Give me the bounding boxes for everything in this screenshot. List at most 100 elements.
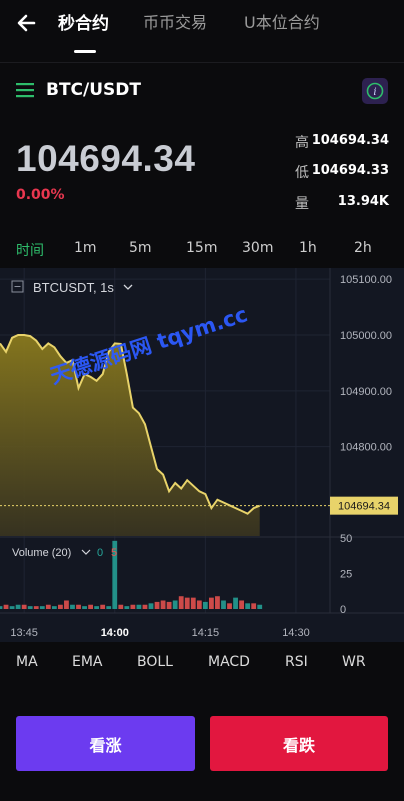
volume-bar xyxy=(251,603,257,609)
buy-up-button[interactable]: 看涨 xyxy=(16,716,195,771)
volume-bar xyxy=(45,604,51,609)
indicator-bar: MA EMA BOLL MACD RSI WR xyxy=(0,654,404,676)
volume-bar xyxy=(27,606,33,609)
volume-bar xyxy=(166,601,172,609)
volume-bar xyxy=(148,603,154,609)
interval-15m[interactable]: 15m xyxy=(186,240,217,256)
time-axis-tick: 14:30 xyxy=(282,627,310,639)
info-icon: i xyxy=(366,82,384,100)
indicator-ema[interactable]: EMA xyxy=(72,654,103,670)
interval-selector: 时间 1m 5m 15m 30m 1h 2h xyxy=(0,236,404,262)
volume-bar xyxy=(196,600,202,609)
volume-bar xyxy=(3,604,9,609)
tab-second-contract[interactable]: 秒合约 xyxy=(58,9,109,34)
low-value: 104694.33 xyxy=(311,163,389,178)
volume-bar xyxy=(82,606,87,609)
volume-bar xyxy=(209,597,214,609)
volume-bar xyxy=(172,600,178,609)
chart-symbol-header[interactable]: BTCUSDT, 1s xyxy=(11,280,133,295)
volume-value: 13.94K xyxy=(337,194,389,209)
back-arrow-icon[interactable] xyxy=(14,10,40,36)
volume-bar xyxy=(100,604,106,609)
high-value: 104694.34 xyxy=(311,133,389,148)
volume-bar xyxy=(88,604,93,609)
tab-usdt-futures[interactable]: U本位合约 xyxy=(244,9,320,33)
menu-icon[interactable] xyxy=(16,81,36,99)
price-change: 0.00% xyxy=(16,187,65,203)
volume-bar xyxy=(15,604,21,609)
volume-header[interactable]: Volume (20) 0 5 xyxy=(12,547,117,559)
time-axis-tick: 13:45 xyxy=(10,627,38,639)
volume-bar xyxy=(178,596,184,609)
indicator-rsi[interactable]: RSI xyxy=(285,654,308,670)
price-axis-tick: 104800.00 xyxy=(340,442,392,454)
volume-axis-tick: 0 xyxy=(340,604,346,616)
volume-bar xyxy=(33,606,39,609)
time-axis-tick: 14:00 xyxy=(101,627,129,639)
volume-axis-tick: 25 xyxy=(340,569,352,581)
time-axis-tick: 14:15 xyxy=(192,627,220,639)
indicator-macd[interactable]: MACD xyxy=(208,654,250,670)
volume-value-up: 0 xyxy=(97,547,103,559)
indicator-ma[interactable]: MA xyxy=(16,654,38,670)
volume-bar xyxy=(9,606,15,609)
volume-bar xyxy=(39,606,45,609)
interval-5m[interactable]: 5m xyxy=(129,240,152,256)
volume-bar xyxy=(221,600,226,609)
chart-symbol-label: BTCUSDT, 1s xyxy=(33,280,114,295)
svg-text:i: i xyxy=(373,87,376,98)
volume-bar xyxy=(202,601,208,609)
volume-bar xyxy=(160,600,166,609)
volume-bar xyxy=(106,606,112,609)
volume-value-down: 5 xyxy=(111,547,117,559)
volume-bar xyxy=(142,604,148,609)
volume-bar xyxy=(76,604,81,609)
volume-bar xyxy=(245,603,251,609)
interval-30m[interactable]: 30m xyxy=(242,240,273,256)
volume-bar xyxy=(0,606,3,609)
low-label: 低 xyxy=(295,165,309,181)
volume-bar xyxy=(233,597,238,609)
volume-bar xyxy=(64,600,69,609)
buy-down-button[interactable]: 看跌 xyxy=(210,716,388,771)
price-axis-tick: 104900.00 xyxy=(340,386,392,398)
volume-bar xyxy=(257,604,263,609)
volume-bar xyxy=(118,604,124,609)
tab-spot-trading[interactable]: 币币交易 xyxy=(143,9,207,33)
last-price-tag-label: 104694.34 xyxy=(338,501,390,513)
last-price: 104694.34 xyxy=(16,138,196,179)
indicator-boll[interactable]: BOLL xyxy=(137,654,173,670)
price-chart[interactable]: 104694.34 105100.00 105000.00 104900.00 1048… xyxy=(0,268,404,642)
volume-bar xyxy=(124,606,130,609)
volume-bar xyxy=(21,604,27,609)
volume-bar xyxy=(70,604,75,609)
chevron-down-icon[interactable] xyxy=(123,284,133,290)
active-tab-underline xyxy=(74,50,96,53)
volume-bar xyxy=(94,606,100,609)
volume-bar xyxy=(51,606,57,609)
price-axis-tick: 105000.00 xyxy=(340,330,392,342)
info-button[interactable]: i xyxy=(362,78,388,104)
pair-symbol[interactable]: BTC/USDT xyxy=(46,80,141,100)
interval-2h[interactable]: 2h xyxy=(354,240,372,256)
interval-1h[interactable]: 1h xyxy=(299,240,317,256)
volume-bar xyxy=(154,601,160,609)
volume-bar xyxy=(227,603,232,609)
indicator-wr[interactable]: WR xyxy=(342,654,366,670)
volume-bar xyxy=(190,597,196,609)
volume-bar xyxy=(136,604,142,609)
interval-1m[interactable]: 1m xyxy=(74,240,97,256)
price-axis-tick: 105100.00 xyxy=(340,274,392,286)
high-label: 高 xyxy=(295,135,309,151)
volume-bar xyxy=(58,604,63,609)
volume-bar xyxy=(130,604,136,609)
volume-axis-tick: 50 xyxy=(340,533,352,545)
volume-label: 量 xyxy=(295,196,309,212)
chevron-down-icon[interactable] xyxy=(81,549,91,555)
top-bar: 秒合约 币币交易 U本位合约 xyxy=(0,0,404,60)
interval-time[interactable]: 时间 xyxy=(16,240,44,260)
volume-bar xyxy=(184,597,190,609)
volume-bar xyxy=(215,596,220,609)
divider xyxy=(0,62,404,63)
volume-indicator-label: Volume (20) xyxy=(12,547,71,559)
